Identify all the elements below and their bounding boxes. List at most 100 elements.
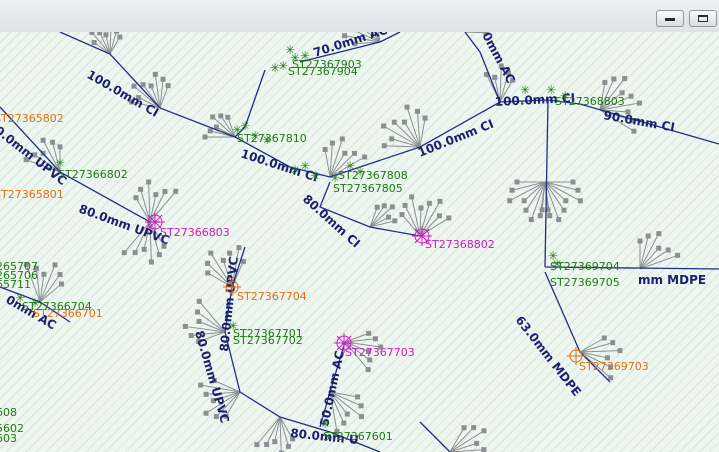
asset-label[interactable]: ST27365801 xyxy=(0,188,64,201)
property-node[interactable] xyxy=(173,188,179,194)
property-node[interactable] xyxy=(208,250,214,256)
property-node[interactable] xyxy=(556,217,562,223)
property-node[interactable] xyxy=(575,187,581,193)
property-node[interactable] xyxy=(437,198,443,204)
property-node[interactable] xyxy=(339,136,345,142)
valve-icon[interactable]: ✳ xyxy=(240,119,250,133)
asset-label[interactable]: ST27367808 xyxy=(338,169,408,182)
asset-label[interactable]: ST27367810 xyxy=(237,132,307,145)
property-node[interactable] xyxy=(40,137,46,143)
property-node[interactable] xyxy=(628,93,634,99)
property-node[interactable] xyxy=(117,34,123,40)
valve-icon[interactable]: ✳ xyxy=(310,169,320,183)
property-node[interactable] xyxy=(637,238,643,244)
pipe-ci-east[interactable] xyxy=(329,99,719,178)
property-node[interactable] xyxy=(131,83,137,89)
property-node[interactable] xyxy=(148,83,154,89)
property-node[interactable] xyxy=(254,442,260,448)
asset-label[interactable]: ST27367904 xyxy=(288,65,358,78)
property-node[interactable] xyxy=(148,259,154,265)
property-node[interactable] xyxy=(89,32,95,36)
maximize-button[interactable] xyxy=(689,10,717,27)
property-node[interactable] xyxy=(391,119,397,125)
property-node[interactable] xyxy=(610,340,616,346)
property-node[interactable] xyxy=(358,403,364,409)
property-node[interactable] xyxy=(121,250,127,256)
property-node[interactable] xyxy=(481,428,487,434)
property-node[interactable] xyxy=(404,104,410,110)
asset-label[interactable]: ST27368803 xyxy=(555,95,625,108)
property-node[interactable] xyxy=(608,375,614,381)
property-node[interactable] xyxy=(152,71,158,77)
valve-icon[interactable]: ✳ xyxy=(285,43,295,57)
property-node[interactable] xyxy=(537,213,543,219)
asset-label[interactable]: ST27369705 xyxy=(550,276,620,289)
property-node[interactable] xyxy=(41,271,47,277)
property-node[interactable] xyxy=(342,150,348,156)
property-node[interactable] xyxy=(645,233,651,239)
pipe-south-east[interactable] xyxy=(419,421,451,452)
property-node[interactable] xyxy=(362,154,368,160)
property-node[interactable] xyxy=(547,213,553,219)
property-node[interactable] xyxy=(218,113,224,119)
property-node[interactable] xyxy=(631,128,637,134)
asset-label[interactable]: ST27369703 xyxy=(579,360,649,373)
property-node[interactable] xyxy=(570,179,576,185)
property-node[interactable] xyxy=(162,188,168,194)
property-node[interactable] xyxy=(153,192,159,198)
property-node[interactable] xyxy=(381,143,387,149)
property-node[interactable] xyxy=(386,214,392,220)
property-node[interactable] xyxy=(57,144,63,150)
asset-label[interactable]: ST27367703 xyxy=(345,346,415,359)
property-node[interactable] xyxy=(359,414,365,420)
property-node[interactable] xyxy=(365,367,371,373)
property-node[interactable] xyxy=(198,382,204,388)
property-node[interactable] xyxy=(205,260,211,266)
asset-label[interactable]: ST27367601 xyxy=(323,430,393,443)
property-node[interactable] xyxy=(415,108,421,114)
valve-icon[interactable]: ✳ xyxy=(520,83,530,97)
asset-label[interactable]: ST27365802 xyxy=(0,112,64,125)
property-node[interactable] xyxy=(194,309,200,315)
property-node[interactable] xyxy=(492,74,498,80)
valve-icon[interactable]: ✳ xyxy=(270,61,280,75)
property-node[interactable] xyxy=(97,32,103,36)
property-node[interactable] xyxy=(141,246,147,252)
property-node[interactable] xyxy=(426,200,432,206)
network-map[interactable]: 100.0mm CI 0.0mm UPVC 80.0mm UPVC 70.0mm… xyxy=(0,32,719,452)
property-node[interactable] xyxy=(138,186,144,192)
property-node[interactable] xyxy=(103,32,109,38)
property-node[interactable] xyxy=(285,443,291,449)
property-node[interactable] xyxy=(392,218,398,224)
property-node[interactable] xyxy=(355,394,361,400)
property-node[interactable] xyxy=(329,140,335,146)
property-node[interactable] xyxy=(422,115,428,121)
minimize-button[interactable] xyxy=(656,10,684,27)
property-node[interactable] xyxy=(236,245,242,251)
asset-label[interactable]: 65711 xyxy=(0,278,31,291)
property-node[interactable] xyxy=(165,83,171,89)
property-node[interactable] xyxy=(227,250,233,256)
property-node[interactable] xyxy=(665,247,671,253)
property-node[interactable] xyxy=(577,198,583,204)
property-node[interactable] xyxy=(389,136,395,142)
property-node[interactable] xyxy=(351,150,357,156)
asset-label[interactable]: ST27367704 xyxy=(237,290,307,303)
property-node[interactable] xyxy=(132,250,138,256)
property-node[interactable] xyxy=(528,217,534,223)
property-node[interactable] xyxy=(563,198,569,204)
property-node[interactable] xyxy=(225,114,231,120)
property-node[interactable] xyxy=(146,179,152,185)
property-node[interactable] xyxy=(675,252,681,258)
property-node[interactable] xyxy=(196,319,202,325)
property-node[interactable] xyxy=(220,257,226,263)
property-node[interactable] xyxy=(611,76,617,82)
asset-label[interactable]: ST27366802 xyxy=(58,168,128,181)
asset-label[interactable]: 603 xyxy=(0,432,17,445)
property-node[interactable] xyxy=(344,411,350,417)
property-node[interactable] xyxy=(202,134,208,140)
property-node[interactable] xyxy=(203,410,209,416)
property-node[interactable] xyxy=(182,323,188,329)
property-node[interactable] xyxy=(366,330,372,336)
property-node[interactable] xyxy=(389,204,395,210)
